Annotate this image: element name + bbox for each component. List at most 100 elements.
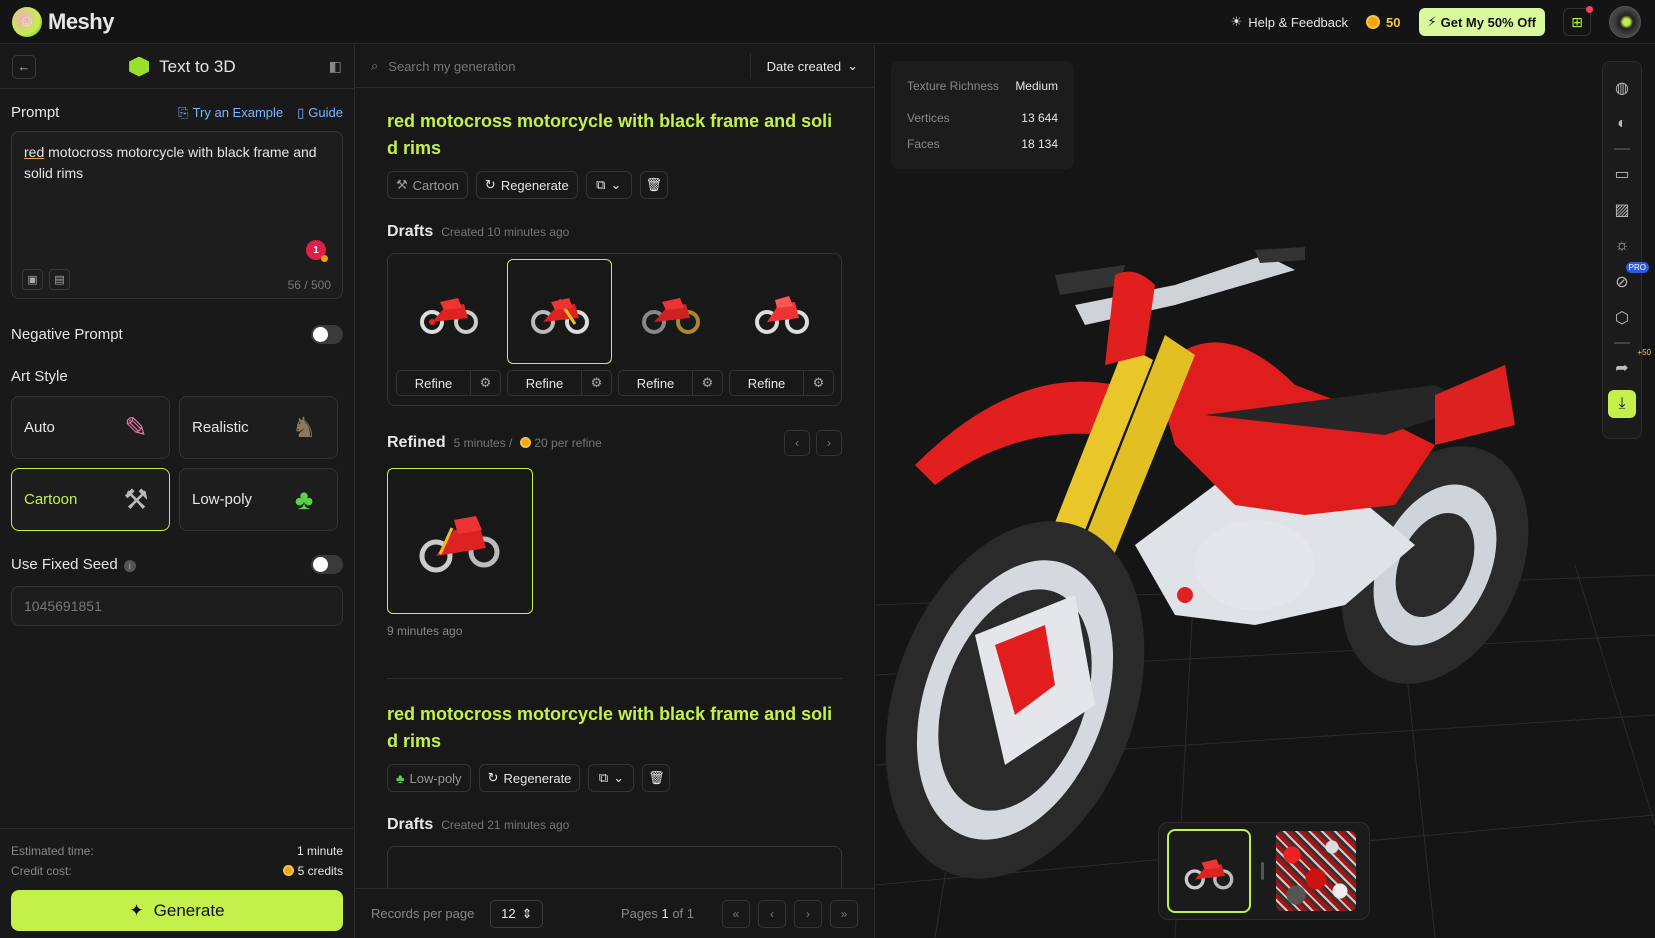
chevron-down-icon: ⌄ [613,770,625,785]
texture-sphere-icon[interactable]: ◍ [1607,70,1637,106]
tree-icon: ♣ [294,483,314,515]
copy-menu-button[interactable]: ⧉ ⌄ [585,171,632,199]
display-icon[interactable]: ▭ [1607,156,1637,192]
prompt-text: motocross motorcycle with black frame an… [24,144,317,181]
model-view-thumbnail[interactable] [1167,829,1251,913]
regenerate-button[interactable]: ↻ Regenerate [475,171,578,199]
wireframe-icon[interactable]: ▨ [1607,192,1637,228]
last-page-icon[interactable]: » [830,899,858,928]
download-icon[interactable]: ⤓ [1608,390,1636,418]
delete-button[interactable]: 🗑 [639,171,668,199]
refined-thumbnail[interactable] [387,468,533,614]
hammer-icon: ⚒ [123,484,149,515]
pages-prefix: Pages [620,906,658,921]
sparkle-icon: ✦ [129,900,144,920]
texture-richness-label: Texture Richness [907,79,1000,93]
seed-placeholder: 1045691851 [24,598,102,614]
wand-icon: ✎ [124,412,148,443]
sort-label: Date created [766,58,842,74]
draft-thumbnail[interactable] [729,259,834,364]
drafts-heading: Drafts [387,223,434,240]
estimated-time-label: Estimated time: [11,844,94,858]
logo[interactable]: ☺ Meshy [12,6,114,37]
settings-icon[interactable]: ⚙ [693,370,723,396]
next-arrow-icon[interactable]: › [816,430,842,456]
discount-button[interactable]: ⚡ Get My 50% Off [1418,8,1545,36]
model-viewer[interactable]: Texture Richness Medium Vertices 13 644 Fa… [875,45,1655,938]
prev-arrow-icon[interactable]: ‹ [784,430,810,456]
style-low-poly[interactable]: Low-poly ♣ [179,468,338,531]
share-icon[interactable]: ➦ +50 [1607,348,1651,386]
lightbulb-icon: ☀ [1230,14,1243,29]
style-tag: ♣ Low-poly [387,764,471,792]
refine-button[interactable]: Refine [507,370,582,396]
prompt-input[interactable]: red motocross motorcycle with black fram… [11,131,343,299]
negative-prompt-label: Negative Prompt [11,326,123,343]
texture-map-image [1276,831,1356,911]
pro-badge: PRO [1625,262,1649,273]
texture-view-thumbnail[interactable] [1274,829,1358,913]
records-per-page-select[interactable]: 12 ⇕ [490,899,544,928]
page-current: 1 [661,906,669,921]
next-page-icon[interactable]: › [794,899,822,928]
user-avatar[interactable] [1609,6,1641,38]
draft-thumbnail[interactable] [396,259,501,364]
vertices-value: 13 644 [1021,111,1058,125]
prev-page-icon[interactable]: ‹ [758,899,786,928]
help-feedback-button[interactable]: ☀ Help & Feedback [1231,14,1348,30]
style-label: Cartoon [24,491,78,508]
motorcycle-thumbnail-icon [530,297,589,334]
gift-button[interactable]: ⊞ [1563,6,1593,36]
guide-label: Guide [308,105,343,120]
top-bar: ☺ Meshy ☀ Help & Feedback 50 ⚡ Get My 50… [0,0,1655,44]
tree-icon: ♣ [396,770,405,786]
draft-thumbnail[interactable] [618,259,723,364]
collapse-panel-icon[interactable]: ◧ [329,58,342,75]
guide-link[interactable]: ▯ Guide [297,105,343,121]
style-realistic[interactable]: Realistic ♞ [179,396,338,459]
refine-button[interactable]: Refine [729,370,804,396]
chevron-down-icon: ⌄ [610,177,622,192]
generate-footer: Estimated time: 1 minute Credit cost: 5 cr… [0,828,354,938]
first-page-icon[interactable]: « [722,899,750,928]
3d-cube-icon[interactable]: ⬡ [1607,300,1637,336]
generate-button[interactable]: ✦ Generate [11,890,343,931]
material-sphere-icon[interactable]: ◐ [1607,106,1637,142]
toolbar-divider [1614,148,1630,150]
style-tag-label: Low-poly [409,770,462,786]
delete-button[interactable]: 🗑 [642,764,671,792]
pbr-icon[interactable]: ⊘ PRO [1607,262,1649,300]
regenerate-label: Regenerate [503,770,572,786]
prompt-spellcheck-word: red [24,144,45,160]
motorcycle-thumbnail-icon [641,297,700,334]
settings-icon[interactable]: ⚙ [804,370,834,396]
refine-button[interactable]: Refine [396,370,471,396]
fixed-seed-label: Use Fixed Seed i [11,556,136,573]
credits-balance[interactable]: 50 [1366,15,1401,30]
style-cartoon[interactable]: Cartoon ⚒ [11,468,170,531]
back-button[interactable]: ← [12,54,36,79]
draft-thumbnail-selected[interactable] [507,259,612,364]
image-clear-icon[interactable]: ▣ [22,269,43,290]
copy-icon: ⧉ [596,177,606,192]
drafts-grid: Refine ⚙ Refine ⚙ Refine ⚙ Refine ⚙ [387,253,842,406]
prompt-library-icon[interactable]: ▤ [49,269,70,290]
assistant-badge[interactable]: 1 [306,240,328,262]
copy-menu-button[interactable]: ⧉ ⌄ [588,764,635,792]
try-example-link[interactable]: ⎘ Try an Example [178,105,283,121]
lighting-icon[interactable]: ☼ [1607,228,1637,264]
regenerate-button[interactable]: ↻ Regenerate [478,764,581,792]
credit-cost-label: Credit cost: [11,864,72,878]
negative-prompt-toggle[interactable] [311,325,343,344]
style-auto[interactable]: Auto ✎ [11,396,170,459]
drafts-heading: Drafts [387,816,434,833]
settings-icon[interactable]: ⚙ [471,370,501,396]
sort-dropdown[interactable]: Date created ⌄ [749,53,858,79]
refine-button[interactable]: Refine [618,370,693,396]
settings-icon[interactable]: ⚙ [582,370,612,396]
search-field[interactable]: ⌕ Search my generation [371,58,750,74]
credit-cost-value: 5 credits [297,864,343,878]
fixed-seed-toggle[interactable] [311,555,343,574]
info-icon[interactable]: i [123,560,136,572]
seed-input[interactable]: 1045691851 [11,586,343,626]
